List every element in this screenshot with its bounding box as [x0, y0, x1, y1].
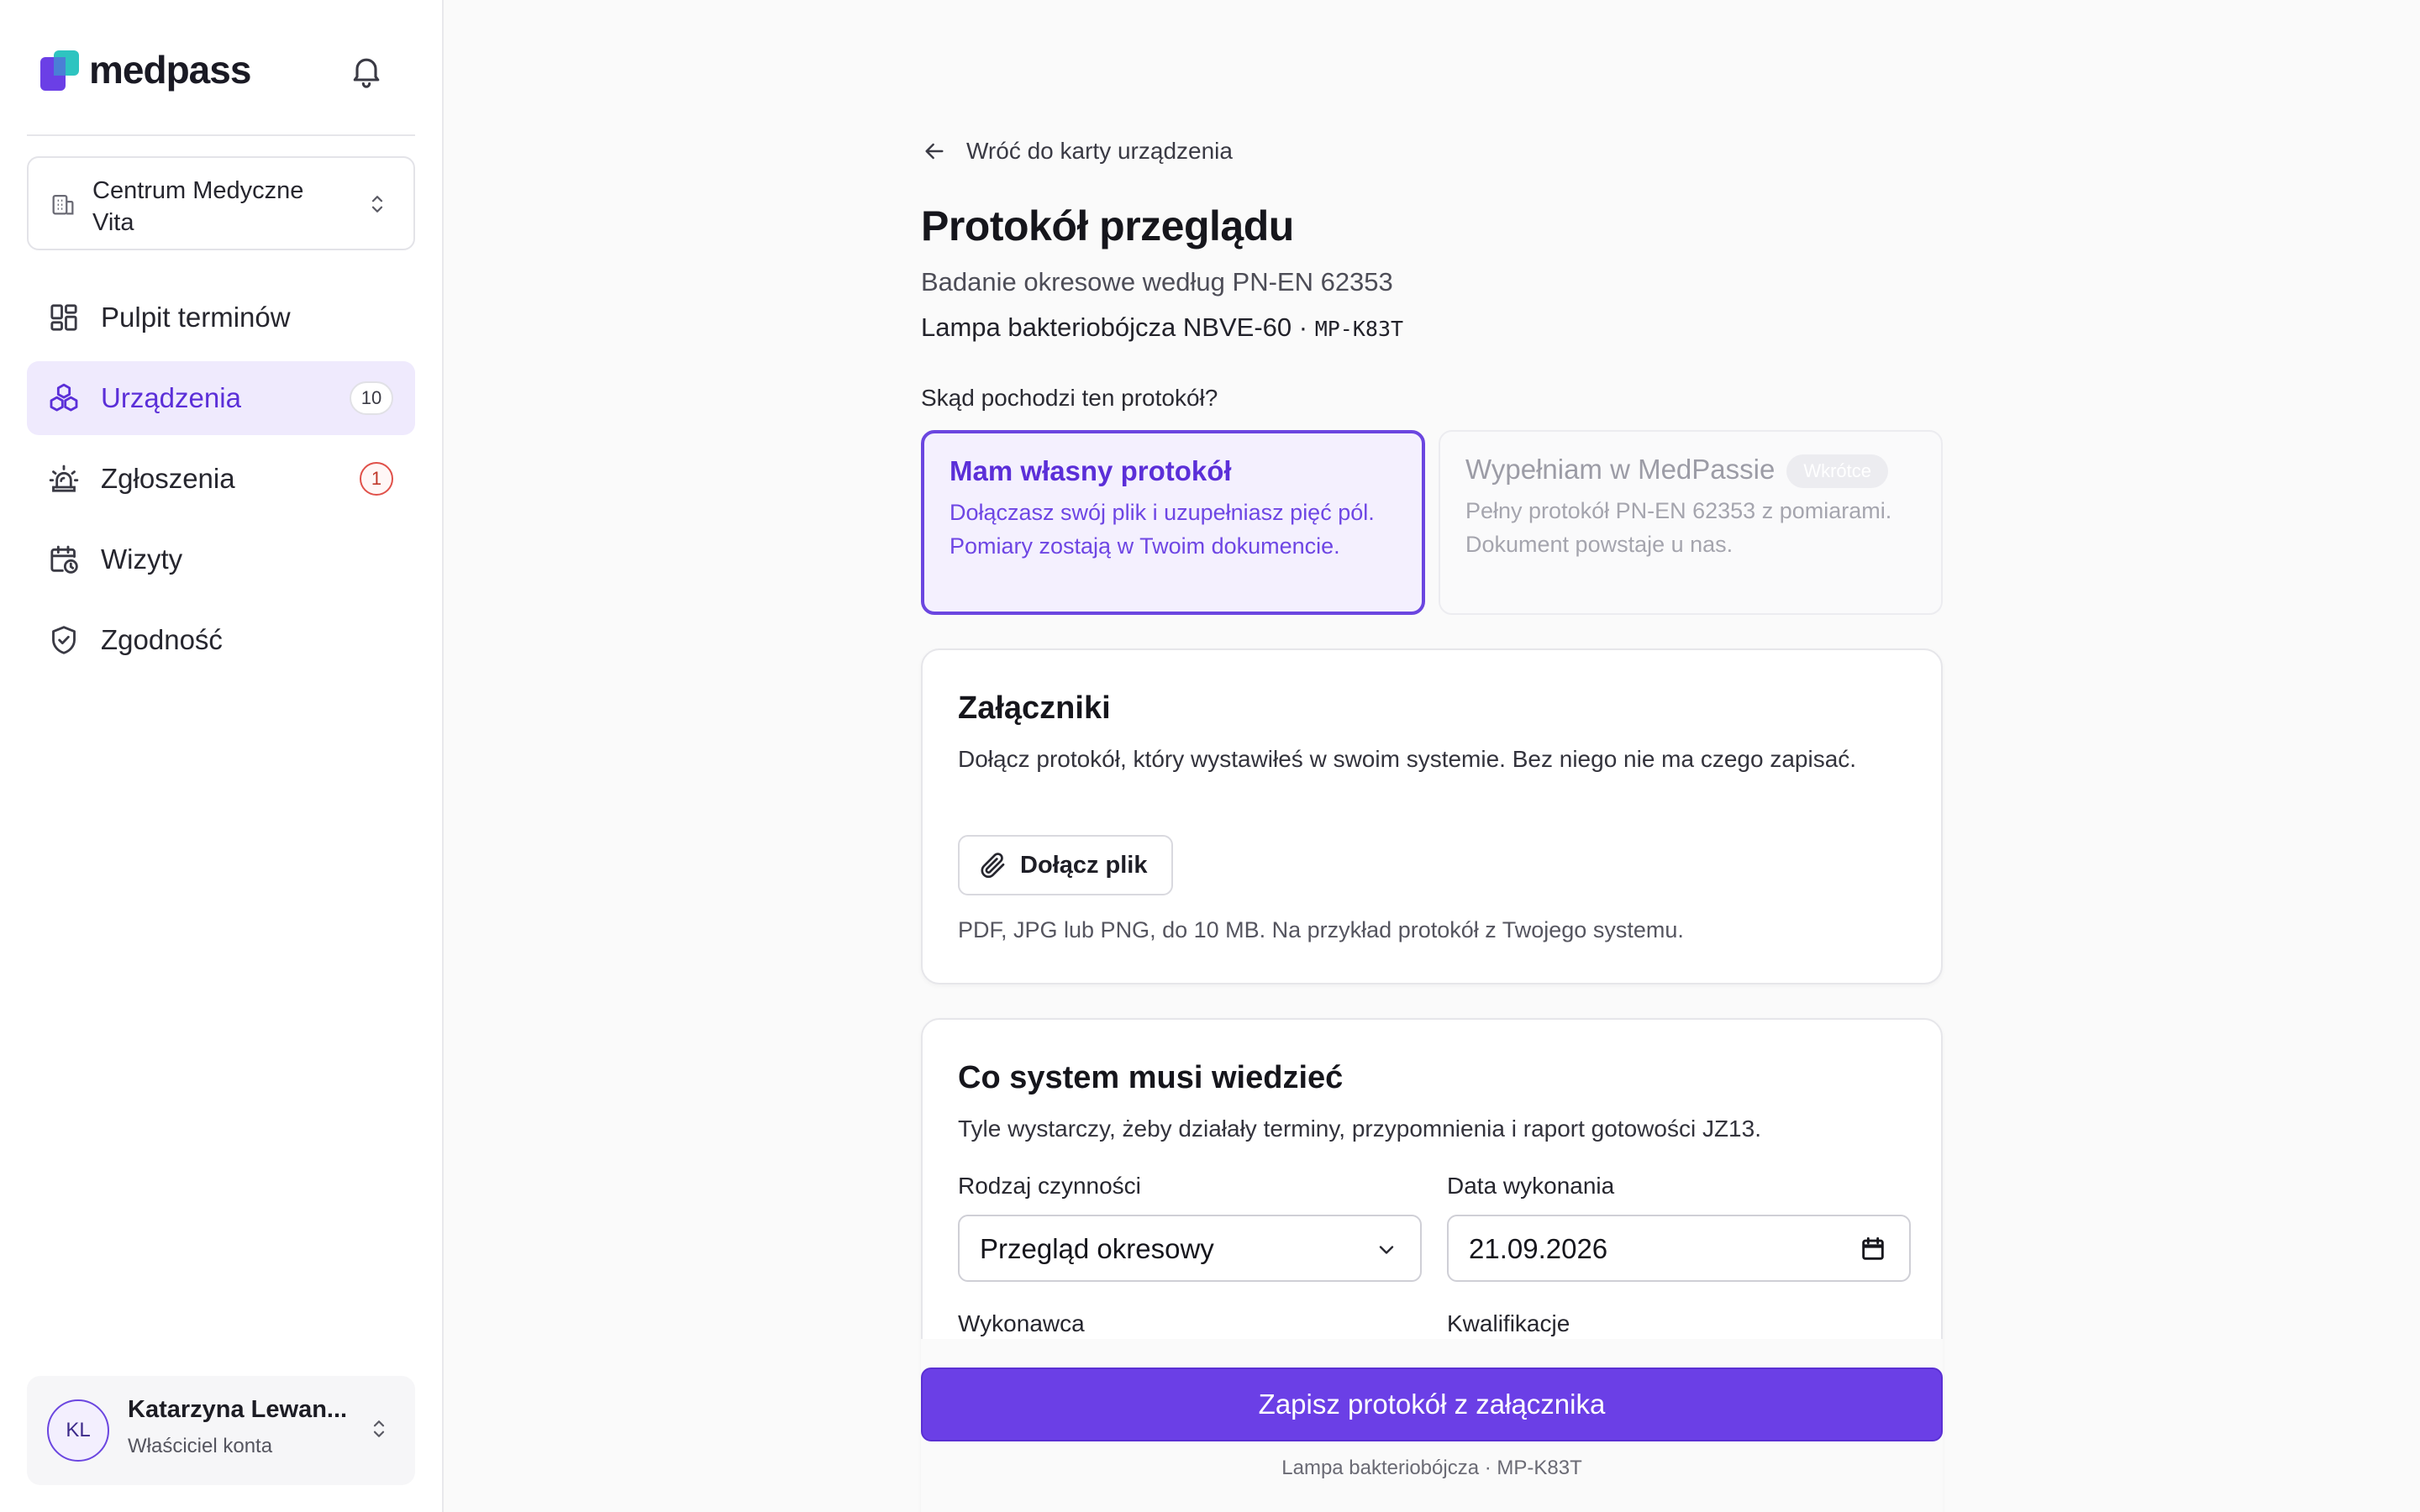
attachments-card: Załączniki Dołącz protokół, który wystaw… [921, 648, 1943, 984]
chevron-up-down-icon [373, 1420, 385, 1437]
activity-type-select[interactable]: Przegląd okresowy [958, 1215, 1422, 1282]
alert-count-badge: 1 [360, 462, 393, 496]
sidebar-item-label: Zgodność [101, 624, 223, 655]
sidebar-item-label: Zgłoszenia [101, 463, 235, 494]
attachments-hint: PDF, JPG lub PNG, do 10 MB. Na przykład … [958, 917, 1684, 942]
dashboard-icon [50, 304, 77, 331]
performer-label: Wykonawca [958, 1310, 1085, 1336]
device-code: MP-K83T [1314, 317, 1404, 341]
execution-date-input[interactable]: 21.09.2026 [1447, 1215, 1911, 1282]
device-footer-note: Lampa bakteriobójcza · MP-K83T [1281, 1457, 1582, 1479]
device-name: Lampa bakteriobójcza NBVE-60 · [921, 312, 1315, 342]
sidebar-item-reports[interactable]: Zgłoszenia 1 [27, 442, 415, 516]
attachments-title: Załączniki [958, 690, 1111, 726]
option-description: Pełny protokół PN-EN 62353 z pomiarami. … [1465, 498, 1892, 557]
sidebar-item-dashboard[interactable]: Pulpit terminów [27, 281, 415, 354]
required-info-title: Co system musi wiedzieć [958, 1060, 1344, 1095]
notifications-bell-icon[interactable] [348, 52, 385, 89]
alarm-icon [49, 465, 79, 492]
sidebar-item-devices[interactable]: Urządzenia 10 [27, 361, 415, 435]
calendar-icon[interactable] [1859, 1235, 1887, 1263]
option-own-protocol[interactable]: Mam własny protokół Dołączasz swój plik … [921, 430, 1425, 615]
chevron-up-down-icon [371, 196, 383, 213]
sidebar-item-label: Urządzenia [101, 382, 241, 413]
logo-row: medpass [39, 45, 405, 96]
attach-file-label: Dołącz plik [1020, 852, 1148, 879]
building-icon [52, 194, 74, 215]
organization-name: Centrum Medyczne Vita [92, 177, 304, 236]
user-role: Właściciel konta [128, 1435, 273, 1457]
sidebar-item-compliance[interactable]: Zgodność [27, 603, 415, 677]
user-name: Katarzyna Lewan... [128, 1396, 348, 1423]
execution-date-value: 21.09.2026 [1469, 1233, 1608, 1264]
sidebar-divider [27, 134, 415, 136]
count-badge: 10 [350, 381, 393, 415]
medpass-logo-icon [40, 50, 79, 91]
option-description: Dołączasz swój plik i uzupełniasz pięć p… [950, 500, 1375, 559]
attachments-description: Dołącz protokół, który wystawiłeś w swoi… [958, 746, 1857, 772]
option-title: Wypełniam w MedPassie [1465, 454, 1776, 485]
back-link-label: Wróć do karty urządzenia [966, 138, 1233, 164]
shield-check-icon [52, 626, 76, 654]
option-title: Mam własny protokół [950, 455, 1232, 486]
calendar-clock-icon [50, 545, 78, 574]
save-protocol-button[interactable]: Zapisz protokół z załącznika [921, 1368, 1943, 1441]
cubes-icon [50, 383, 78, 412]
attach-file-button[interactable]: Dołącz plik [958, 835, 1173, 895]
page-subtitle: Badanie okresowe według PN-EN 62353 [921, 267, 1393, 297]
back-to-device-link[interactable]: Wróć do karty urządzenia [921, 133, 1233, 170]
user-account-menu[interactable]: KL Katarzyna Lewan... Właściciel konta [27, 1376, 415, 1485]
source-question: Skąd pochodzi ten protokół? [921, 385, 1218, 411]
sidebar-item-label: Wizyty [101, 543, 183, 575]
main-navigation: Pulpit terminów Urządzenia 10 Zgłoszenia… [27, 281, 415, 684]
brand-name: medpass [89, 48, 251, 92]
option-title-row: Wypełniam w MedPassie Wkrótce [1465, 454, 1889, 489]
paperclip-icon [981, 853, 1005, 879]
chevron-down-icon [1379, 1246, 1394, 1254]
arrow-left-icon [925, 143, 944, 160]
sidebar-item-label: Pulpit terminów [101, 302, 291, 333]
avatar: KL [47, 1399, 109, 1462]
organization-selector[interactable]: Centrum Medyczne Vita [27, 156, 415, 250]
sidebar: medpass Centrum Medyczne Vita Pulpit ter… [0, 0, 444, 1512]
required-info-description: Tyle wystarczy, żeby działały terminy, p… [958, 1116, 1761, 1142]
qualifications-label: Kwalifikacje [1447, 1310, 1570, 1336]
execution-date-label: Data wykonania [1447, 1173, 1615, 1199]
device-identifier: Lampa bakteriobójcza NBVE-60 · MP-K83T [921, 312, 1403, 343]
main-content: Wróć do karty urządzenia Protokół przegl… [921, 0, 1943, 1512]
activity-type-label: Rodzaj czynności [958, 1173, 1141, 1199]
coming-soon-badge: Wkrótce [1786, 454, 1889, 489]
page-title: Protokół przeglądu [921, 202, 1294, 249]
sidebar-item-visits[interactable]: Wizyty [27, 522, 415, 596]
option-fill-in-medpass: Wypełniam w MedPassie Wkrótce Pełny proto… [1439, 430, 1943, 615]
activity-type-value: Przegląd okresowy [980, 1233, 1214, 1264]
